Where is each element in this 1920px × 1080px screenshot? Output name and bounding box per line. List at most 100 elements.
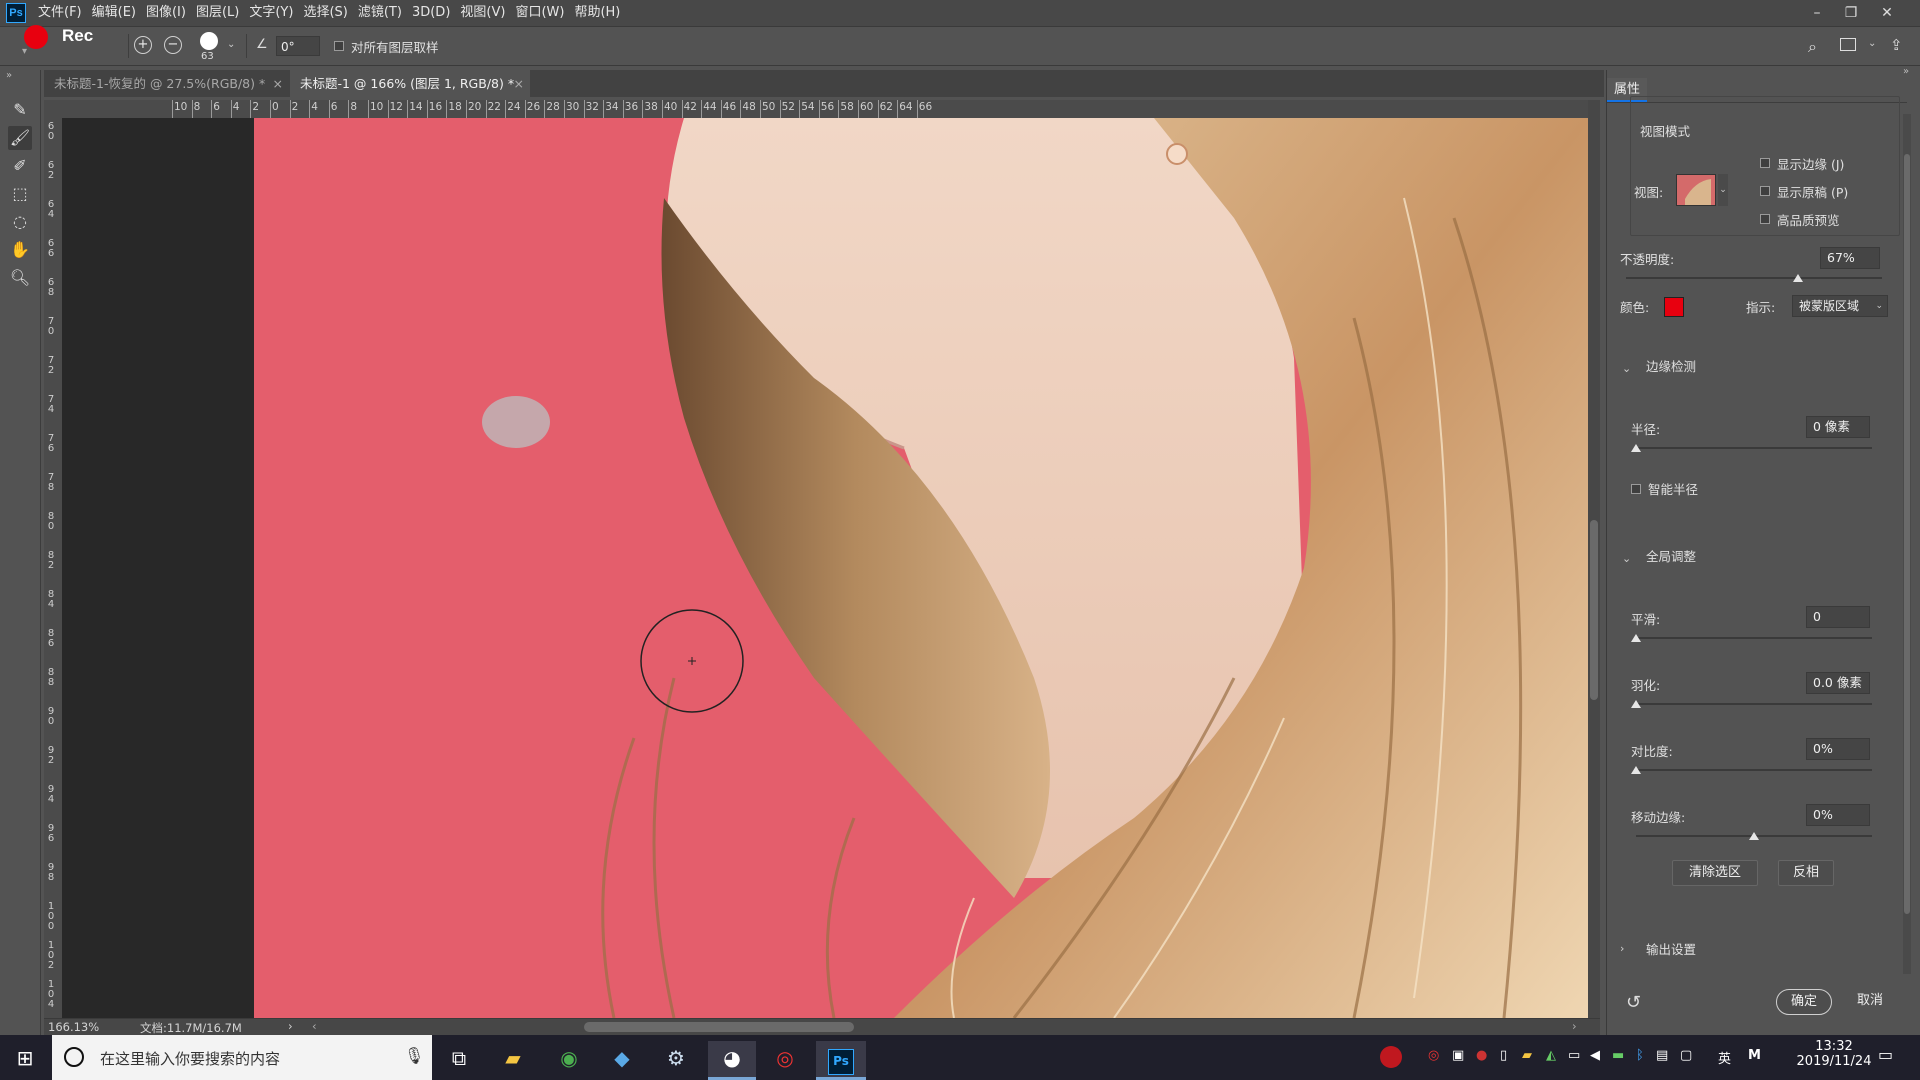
canvas-vertical-scrollbar[interactable]	[1588, 100, 1600, 1018]
photoshop-logo-icon[interactable]: Ps	[6, 3, 26, 23]
status-menu-arrow-icon[interactable]: ›	[288, 1019, 293, 1033]
tray-usb-icon[interactable]: ▯	[1500, 1048, 1507, 1063]
radius-slider-thumb[interactable]	[1631, 444, 1641, 452]
chevron-down-icon[interactable]: ⌄	[1622, 362, 1631, 375]
tray-battery-icon[interactable]: ▬	[1612, 1048, 1624, 1063]
smooth-input[interactable]: 0	[1806, 606, 1870, 628]
tray-photo-icon[interactable]: ▣	[1452, 1048, 1464, 1063]
shift-edge-slider-thumb[interactable]	[1749, 832, 1759, 840]
ime-mode[interactable]: M	[1748, 1048, 1761, 1063]
radius-input[interactable]: 0 像素	[1806, 416, 1870, 438]
notification-center-icon[interactable]: ▭	[1878, 1045, 1893, 1064]
opacity-slider-thumb[interactable]	[1792, 274, 1803, 282]
file-explorer-icon[interactable]: ▰	[496, 1041, 530, 1075]
lasso-tool-icon[interactable]: ◌	[8, 210, 32, 234]
feather-input[interactable]: 0.0 像素	[1806, 672, 1870, 694]
smooth-slider-thumb[interactable]	[1631, 634, 1641, 642]
menu-item-9[interactable]: 窗口(W)	[515, 0, 574, 26]
overlay-color-swatch[interactable]	[1664, 297, 1684, 317]
tray-volume-icon[interactable]: ◀	[1590, 1048, 1600, 1063]
smart-radius-checkbox[interactable]	[1631, 484, 1641, 494]
scroll-left-icon[interactable]: ‹	[312, 1019, 317, 1033]
clear-selection-button[interactable]: 清除选区	[1672, 860, 1758, 886]
cancel-button[interactable]: 取消	[1844, 989, 1896, 1015]
feather-slider-thumb[interactable]	[1631, 700, 1641, 708]
tray-folder-icon[interactable]: ▰	[1522, 1048, 1532, 1063]
tray-nvidia-icon[interactable]: ◭	[1546, 1048, 1556, 1063]
menu-item-7[interactable]: 3D(D)	[412, 0, 460, 26]
tray-monitor-icon[interactable]: ▢	[1680, 1048, 1692, 1063]
ruler-origin[interactable]	[44, 100, 62, 118]
subtract-from-selection-icon[interactable]: −	[164, 36, 182, 54]
zoom-tool-icon[interactable]: 🔍︎	[8, 266, 32, 290]
angle-input[interactable]: 0°	[276, 36, 320, 56]
chevron-right-icon[interactable]: ›	[1620, 942, 1624, 955]
horizontal-scroll-thumb[interactable]	[584, 1022, 854, 1032]
quick-selection-tool-icon[interactable]: ✎	[8, 98, 32, 122]
menu-item-4[interactable]: 文字(Y)	[249, 0, 303, 26]
menu-item-0[interactable]: 文件(F)	[38, 0, 92, 26]
ruler-horizontal[interactable]: 10 8 6 4 2 0 2 4 6 8 10 12 14 16 18 20 22 24 26 28 30 32 34 36 3…	[62, 100, 1588, 119]
indicate-select[interactable]: 被蒙版区域 ⌄	[1792, 295, 1888, 317]
object-selection-tool-icon[interactable]: ⬚	[8, 182, 32, 206]
menu-item-2[interactable]: 图像(I)	[146, 0, 196, 26]
tab-document-active[interactable]: 未标题-1 @ 166% (图层 1, RGB/8) * ×	[290, 70, 530, 97]
zoom-level[interactable]: 166.13%	[48, 1020, 99, 1034]
workspace-dropdown-icon[interactable]: ⌄	[1868, 38, 1876, 49]
app-launcher-icon[interactable]: ◆	[605, 1041, 639, 1075]
document-image[interactable]	[254, 118, 1588, 1018]
refine-edge-brush-tool-icon[interactable]: 🖌	[8, 126, 32, 150]
close-button[interactable]: ✕	[1870, 0, 1904, 26]
chevron-down-icon[interactable]: ⌄	[1622, 552, 1631, 565]
menu-item-10[interactable]: 帮助(H)	[574, 0, 630, 26]
collapse-toolbar-icon[interactable]: »	[6, 70, 12, 81]
panel-scroll-thumb[interactable]	[1904, 154, 1910, 914]
menu-item-1[interactable]: 编辑(E)	[92, 0, 146, 26]
contrast-input[interactable]: 0%	[1806, 738, 1870, 760]
tray-red-icon[interactable]: ●	[1476, 1048, 1487, 1063]
menu-item-8[interactable]: 视图(V)	[460, 0, 515, 26]
close-tab-icon[interactable]: ×	[514, 70, 524, 97]
microphone-icon[interactable]: 🎙︎	[404, 1046, 424, 1065]
reset-icon[interactable]: ↺	[1626, 992, 1641, 1013]
tray-netease-icon[interactable]: ◎	[1428, 1048, 1439, 1063]
panel-scrollbar[interactable]	[1903, 114, 1911, 974]
canvas-area[interactable]	[62, 118, 1588, 1018]
sample-all-layers-checkbox[interactable]	[334, 41, 344, 51]
show-edge-checkbox[interactable]	[1760, 158, 1770, 168]
scroll-right-icon[interactable]: ›	[1572, 1019, 1577, 1033]
ime-language[interactable]: 英	[1718, 1048, 1731, 1067]
chrome-icon[interactable]: ◉	[552, 1041, 586, 1075]
invert-button[interactable]: 反相	[1778, 860, 1834, 886]
high-quality-preview-checkbox[interactable]	[1760, 214, 1770, 224]
taskbar-search-box[interactable]: 在这里输入你要搜索的内容 🎙︎	[52, 1035, 432, 1080]
windows-start-icon[interactable]: ⊞	[8, 1041, 42, 1075]
contrast-slider-thumb[interactable]	[1631, 766, 1641, 774]
brush-preset-icon[interactable]: ▾	[22, 46, 36, 57]
global-refine-title[interactable]: 全局调整	[1646, 546, 1696, 565]
minimize-button[interactable]: –	[1800, 0, 1834, 26]
netease-music-icon[interactable]: ◎	[768, 1041, 802, 1075]
view-mode-dropdown-icon[interactable]: ⌄	[1718, 174, 1728, 206]
share-icon[interactable]: ⇪	[1890, 36, 1903, 54]
tray-app-icon[interactable]	[1380, 1046, 1402, 1068]
task-view-icon[interactable]: ⧉	[442, 1041, 476, 1075]
menu-item-5[interactable]: 选择(S)	[303, 0, 357, 26]
steam-icon[interactable]: ⚙	[659, 1041, 693, 1075]
opacity-slider-track[interactable]	[1626, 277, 1882, 279]
opacity-input[interactable]: 67%	[1820, 247, 1880, 269]
smooth-slider-track[interactable]	[1636, 637, 1872, 639]
contrast-slider-track[interactable]	[1636, 769, 1872, 771]
vertical-scroll-thumb[interactable]	[1590, 520, 1598, 700]
media-app-icon[interactable]: ◕	[708, 1041, 756, 1080]
shift-edge-input[interactable]: 0%	[1806, 804, 1870, 826]
menu-item-3[interactable]: 图层(L)	[196, 0, 249, 26]
view-mode-thumbnail[interactable]	[1676, 174, 1716, 206]
brush-tool-icon[interactable]: ✐	[8, 154, 32, 178]
add-to-selection-icon[interactable]: +	[134, 36, 152, 54]
tray-network-icon[interactable]: ▤	[1656, 1048, 1668, 1063]
ok-button[interactable]: 确定	[1776, 989, 1832, 1015]
hand-tool-icon[interactable]: ✋	[8, 238, 32, 262]
workspace-icon[interactable]	[1840, 38, 1856, 51]
close-tab-icon[interactable]: ×	[273, 70, 283, 97]
